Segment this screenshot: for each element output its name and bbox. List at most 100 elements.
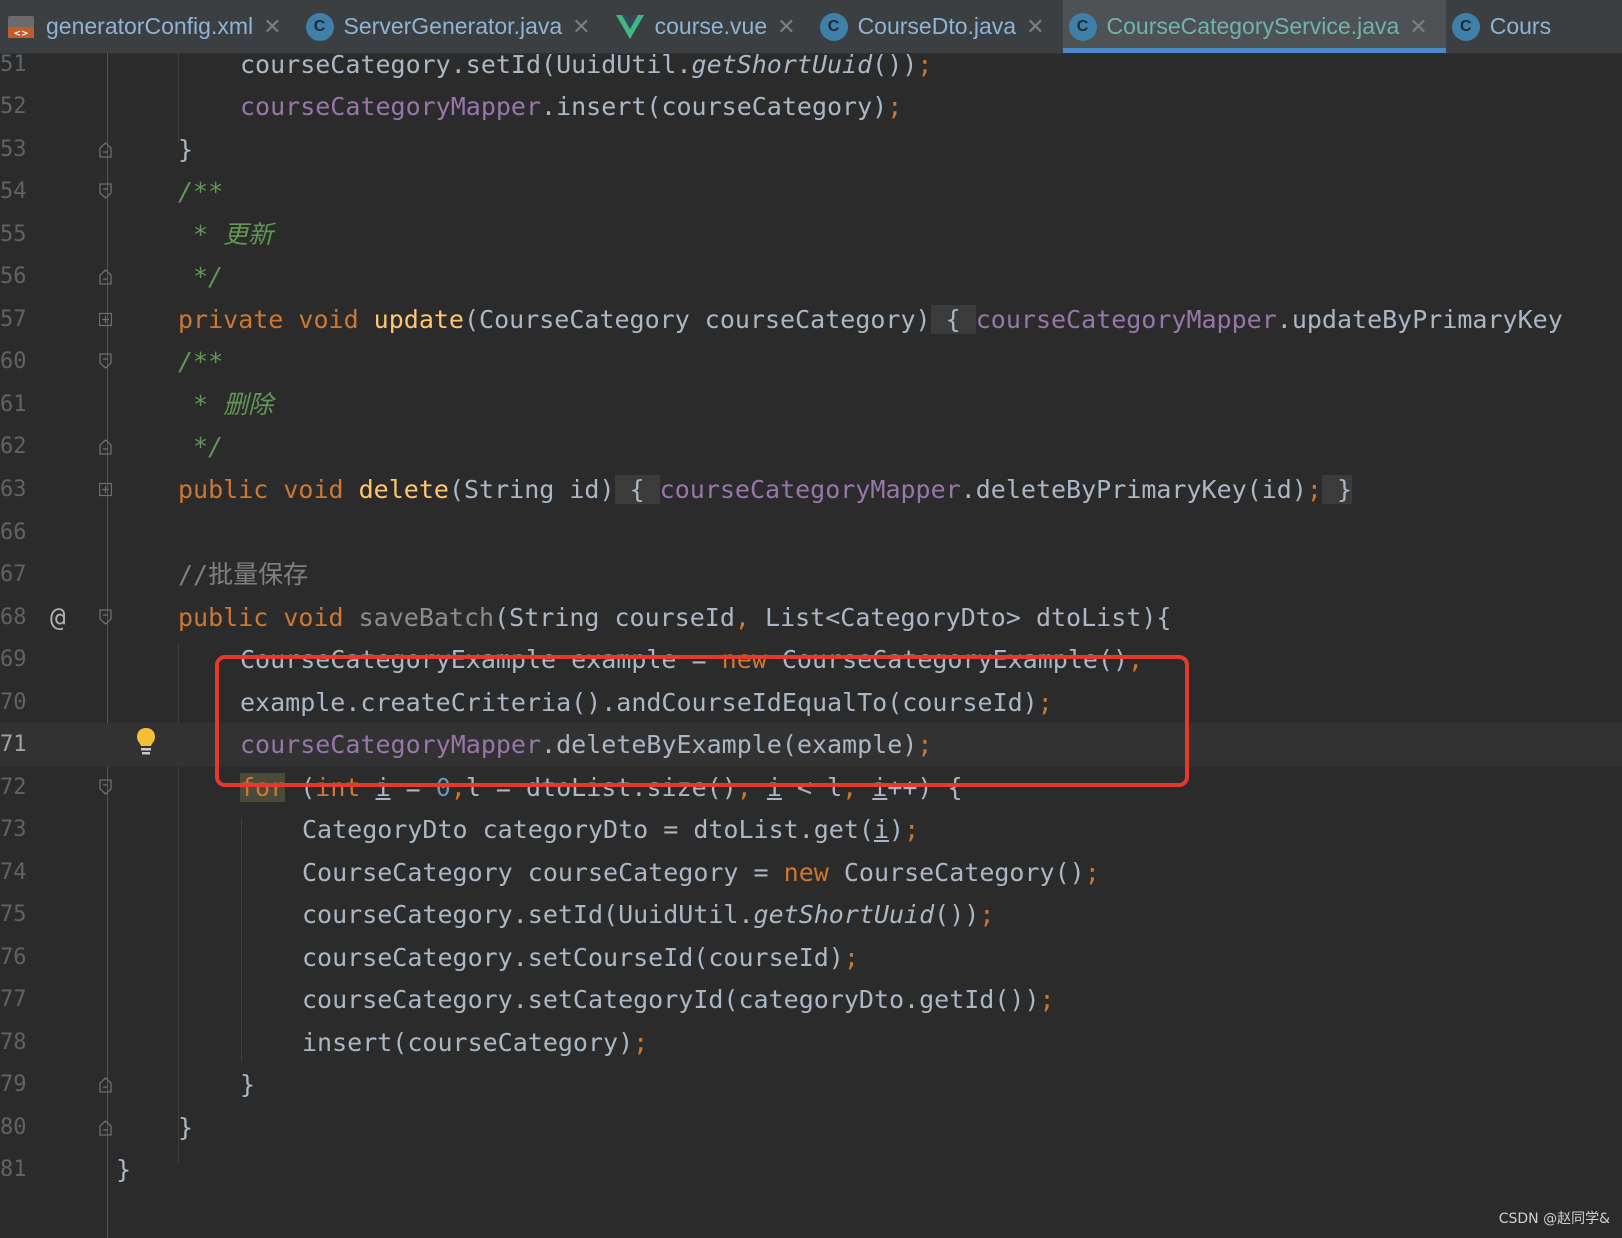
- code-text: courseCategoryMapper.deleteByExample(exa…: [240, 730, 933, 759]
- line-number: 57: [0, 307, 27, 332]
- line-number: 81: [0, 1157, 27, 1182]
- code-line: 75 courseCategory.setId(UuidUtil.getShor…: [0, 893, 1622, 937]
- fold-start-icon[interactable]: [99, 779, 112, 796]
- fold-end-icon[interactable]: [99, 1076, 112, 1093]
- code-line: 54 /**: [0, 170, 1622, 214]
- code-text: }: [240, 1070, 256, 1099]
- code-text: CourseCategoryExample example = new Cour…: [240, 645, 1144, 674]
- fold-expand-icon[interactable]: [99, 311, 112, 328]
- runnable-class-icon: C: [305, 12, 334, 41]
- current-code-line: 71 courseCategoryMapper.deleteByExample(…: [0, 723, 1622, 767]
- code-line: 55 * 更新: [0, 213, 1622, 257]
- line-number: 68: [0, 605, 27, 630]
- line-number: 79: [0, 1072, 27, 1097]
- code-line: 51 courseCategory.setId(UuidUtil.getShor…: [0, 43, 1622, 87]
- code-line: 62 */: [0, 425, 1622, 469]
- fold-end-icon[interactable]: [99, 268, 112, 285]
- code-line: 68 @ public void saveBatch(String course…: [0, 596, 1622, 640]
- line-number: 55: [0, 222, 27, 247]
- code-text: CategoryDto categoryDto = dtoList.get(i)…: [302, 815, 920, 844]
- fold-start-icon[interactable]: [99, 353, 112, 370]
- code-line: 70 example.createCriteria().andCourseIdE…: [0, 681, 1622, 725]
- line-number: 53: [0, 137, 27, 162]
- close-icon[interactable]: ✕: [777, 14, 795, 40]
- line-number: 74: [0, 860, 27, 885]
- code-line: 76 courseCategory.setCourseId(courseId);: [0, 936, 1622, 980]
- code-text: insert(courseCategory);: [302, 1028, 649, 1057]
- tab-label: Cours: [1489, 13, 1552, 39]
- line-comment-batch: //批量保存: [178, 560, 309, 589]
- code-line: 52 courseCategoryMapper.insert(courseCat…: [0, 85, 1622, 129]
- class-icon: C: [1451, 12, 1480, 41]
- fold-start-icon[interactable]: [99, 609, 112, 626]
- override-at-icon[interactable]: @: [50, 596, 66, 640]
- code-text: */: [193, 432, 224, 461]
- line-number: 70: [0, 690, 27, 715]
- code-text: private void update(CourseCategory cours…: [178, 305, 1563, 334]
- close-icon[interactable]: ✕: [263, 14, 281, 40]
- line-number: 78: [0, 1030, 27, 1055]
- line-number: 51: [0, 52, 27, 77]
- code-line: 72 for (int i = 0,l = dtoList.size(); i …: [0, 766, 1622, 810]
- code-line: 67 //批量保存: [0, 553, 1622, 597]
- line-number: 62: [0, 434, 27, 459]
- close-icon[interactable]: ✕: [572, 14, 590, 40]
- code-text: example.createCriteria().andCourseIdEqua…: [240, 688, 1053, 717]
- fold-end-icon[interactable]: [99, 438, 112, 455]
- code-text: */: [193, 262, 224, 291]
- code-text: public void delete(String id) { courseCa…: [178, 475, 1353, 504]
- doc-comment-update: * 更新: [193, 220, 274, 249]
- tab-label: course.vue: [654, 13, 768, 39]
- line-number: 80: [0, 1115, 27, 1140]
- line-number: 73: [0, 817, 27, 842]
- code-line: 74 CourseCategory courseCategory = new C…: [0, 851, 1622, 895]
- vue-icon: [615, 13, 645, 41]
- watermark: CSDN @赵同学&: [1498, 1211, 1610, 1227]
- code-text: /**: [178, 347, 224, 376]
- doc-comment-delete: * 删除: [193, 390, 274, 419]
- lightbulb-icon[interactable]: [136, 727, 156, 761]
- tab-label: CourseCategoryService.java: [1106, 13, 1400, 39]
- close-icon[interactable]: ✕: [1409, 14, 1427, 40]
- code-line: 56 */: [0, 255, 1622, 299]
- code-line: 69 CourseCategoryExample example = new C…: [0, 638, 1622, 682]
- fold-end-icon[interactable]: [99, 141, 112, 158]
- code-line: 79 }: [0, 1063, 1622, 1107]
- line-number: 69: [0, 647, 27, 672]
- code-text: for (int i = 0,l = dtoList.size(); i < l…: [240, 773, 963, 802]
- code-line: 66: [0, 511, 1622, 555]
- svg-text:<>: <>: [13, 29, 28, 39]
- code-text: courseCategoryMapper.insert(courseCatego…: [240, 92, 903, 121]
- line-number: 60: [0, 349, 27, 374]
- code-text: }: [178, 135, 194, 164]
- code-editor[interactable]: 51 courseCategory.setId(UuidUtil.getShor…: [0, 50, 1622, 1238]
- code-text: courseCategory.setCourseId(courseId);: [302, 943, 859, 972]
- fold-start-icon[interactable]: [99, 183, 112, 200]
- code-line: 60 /**: [0, 340, 1622, 384]
- line-number: 71: [0, 732, 27, 757]
- line-number: 67: [0, 562, 27, 587]
- fold-expand-icon[interactable]: [99, 481, 112, 498]
- code-text: }: [178, 1113, 194, 1142]
- code-text: courseCategory.setId(UuidUtil.getShortUu…: [302, 900, 995, 929]
- xml-file-icon: <>: [6, 14, 36, 40]
- code-line: 53 }: [0, 128, 1622, 172]
- line-number: 56: [0, 264, 27, 289]
- code-line: 63 public void delete(String id) { cours…: [0, 468, 1622, 512]
- code-line: 73 CategoryDto categoryDto = dtoList.get…: [0, 808, 1622, 852]
- line-number: 72: [0, 775, 27, 800]
- close-icon[interactable]: ✕: [1026, 14, 1044, 40]
- line-number: 76: [0, 945, 27, 970]
- tab-label: CourseDto.java: [857, 13, 1017, 39]
- line-number: 77: [0, 987, 27, 1012]
- code-line: 77 courseCategory.setCategoryId(category…: [0, 978, 1622, 1022]
- fold-end-icon[interactable]: [99, 1119, 112, 1136]
- code-text: }: [116, 1155, 132, 1184]
- code-text: CourseCategory courseCategory = new Cour…: [302, 858, 1100, 887]
- class-icon: C: [819, 12, 848, 41]
- line-number: 61: [0, 392, 27, 417]
- tab-label: ServerGenerator.java: [343, 13, 563, 39]
- line-number: 66: [0, 520, 27, 545]
- code-line: 80 }: [0, 1106, 1622, 1150]
- code-text: courseCategory.setCategoryId(categoryDto…: [302, 985, 1055, 1014]
